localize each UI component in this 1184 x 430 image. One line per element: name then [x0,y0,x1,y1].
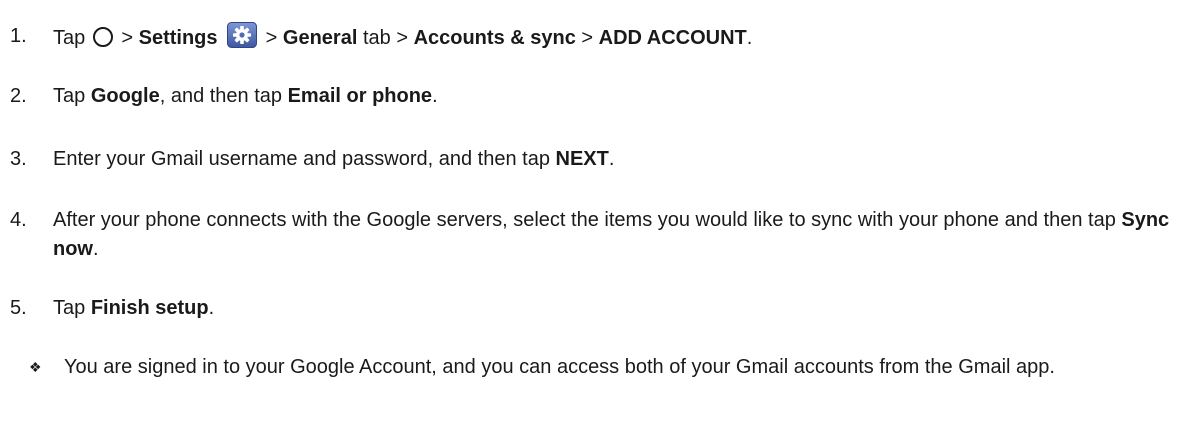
next-label: NEXT [555,148,609,170]
step-number: 5. [10,297,27,319]
period: . [608,148,615,170]
email-or-phone-label: Email or phone [287,85,433,107]
step-4-lead: After your phone connects with the Googl… [53,209,1116,231]
step-text: Enter your Gmail username and password, … [53,145,1176,174]
step-text: After your phone connects with the Googl… [53,206,1176,264]
period: . [432,85,438,107]
step-2-tap: Tap [53,85,86,107]
separator: > [581,27,594,49]
separator: > [121,27,134,49]
period: . [746,27,753,49]
period: . [208,297,215,319]
google-label: Google [90,85,160,107]
step-text: Tap Google, and then tap Email or phone. [53,82,1176,111]
then-tap: , and then tap [159,85,283,107]
instructions-document: 1. Tap > Settings > General tab > Accoun… [0,0,1184,430]
finish-setup-label: Finish setup [90,297,209,319]
step-number: 2. [10,85,27,107]
accounts-sync-label: Accounts & sync [413,27,576,49]
step-5-tap: Tap [53,297,86,319]
separator: > [265,27,278,49]
tab-word: tab > [362,27,408,49]
home-circle-icon [92,27,113,47]
period: . [93,238,99,260]
step-3-lead: Enter your Gmail username and password, … [53,148,550,170]
step-number: 3. [10,148,27,170]
note-text: You are signed in to your Google Account… [64,356,1055,378]
general-label: General [282,27,358,49]
step-1-tap: Tap [53,27,86,49]
step-number: 1. [10,25,27,47]
add-account-label: ADD ACCOUNT [598,27,747,49]
step-number: 4. [10,209,27,231]
settings-label: Settings [138,27,218,49]
step-text: Tap Finish setup. [53,294,1176,323]
settings-gear-icon [227,22,258,48]
step-text: Tap > Settings > General tab > Accounts … [53,22,1176,53]
diamond-bullet-icon: ❖ [29,359,42,375]
